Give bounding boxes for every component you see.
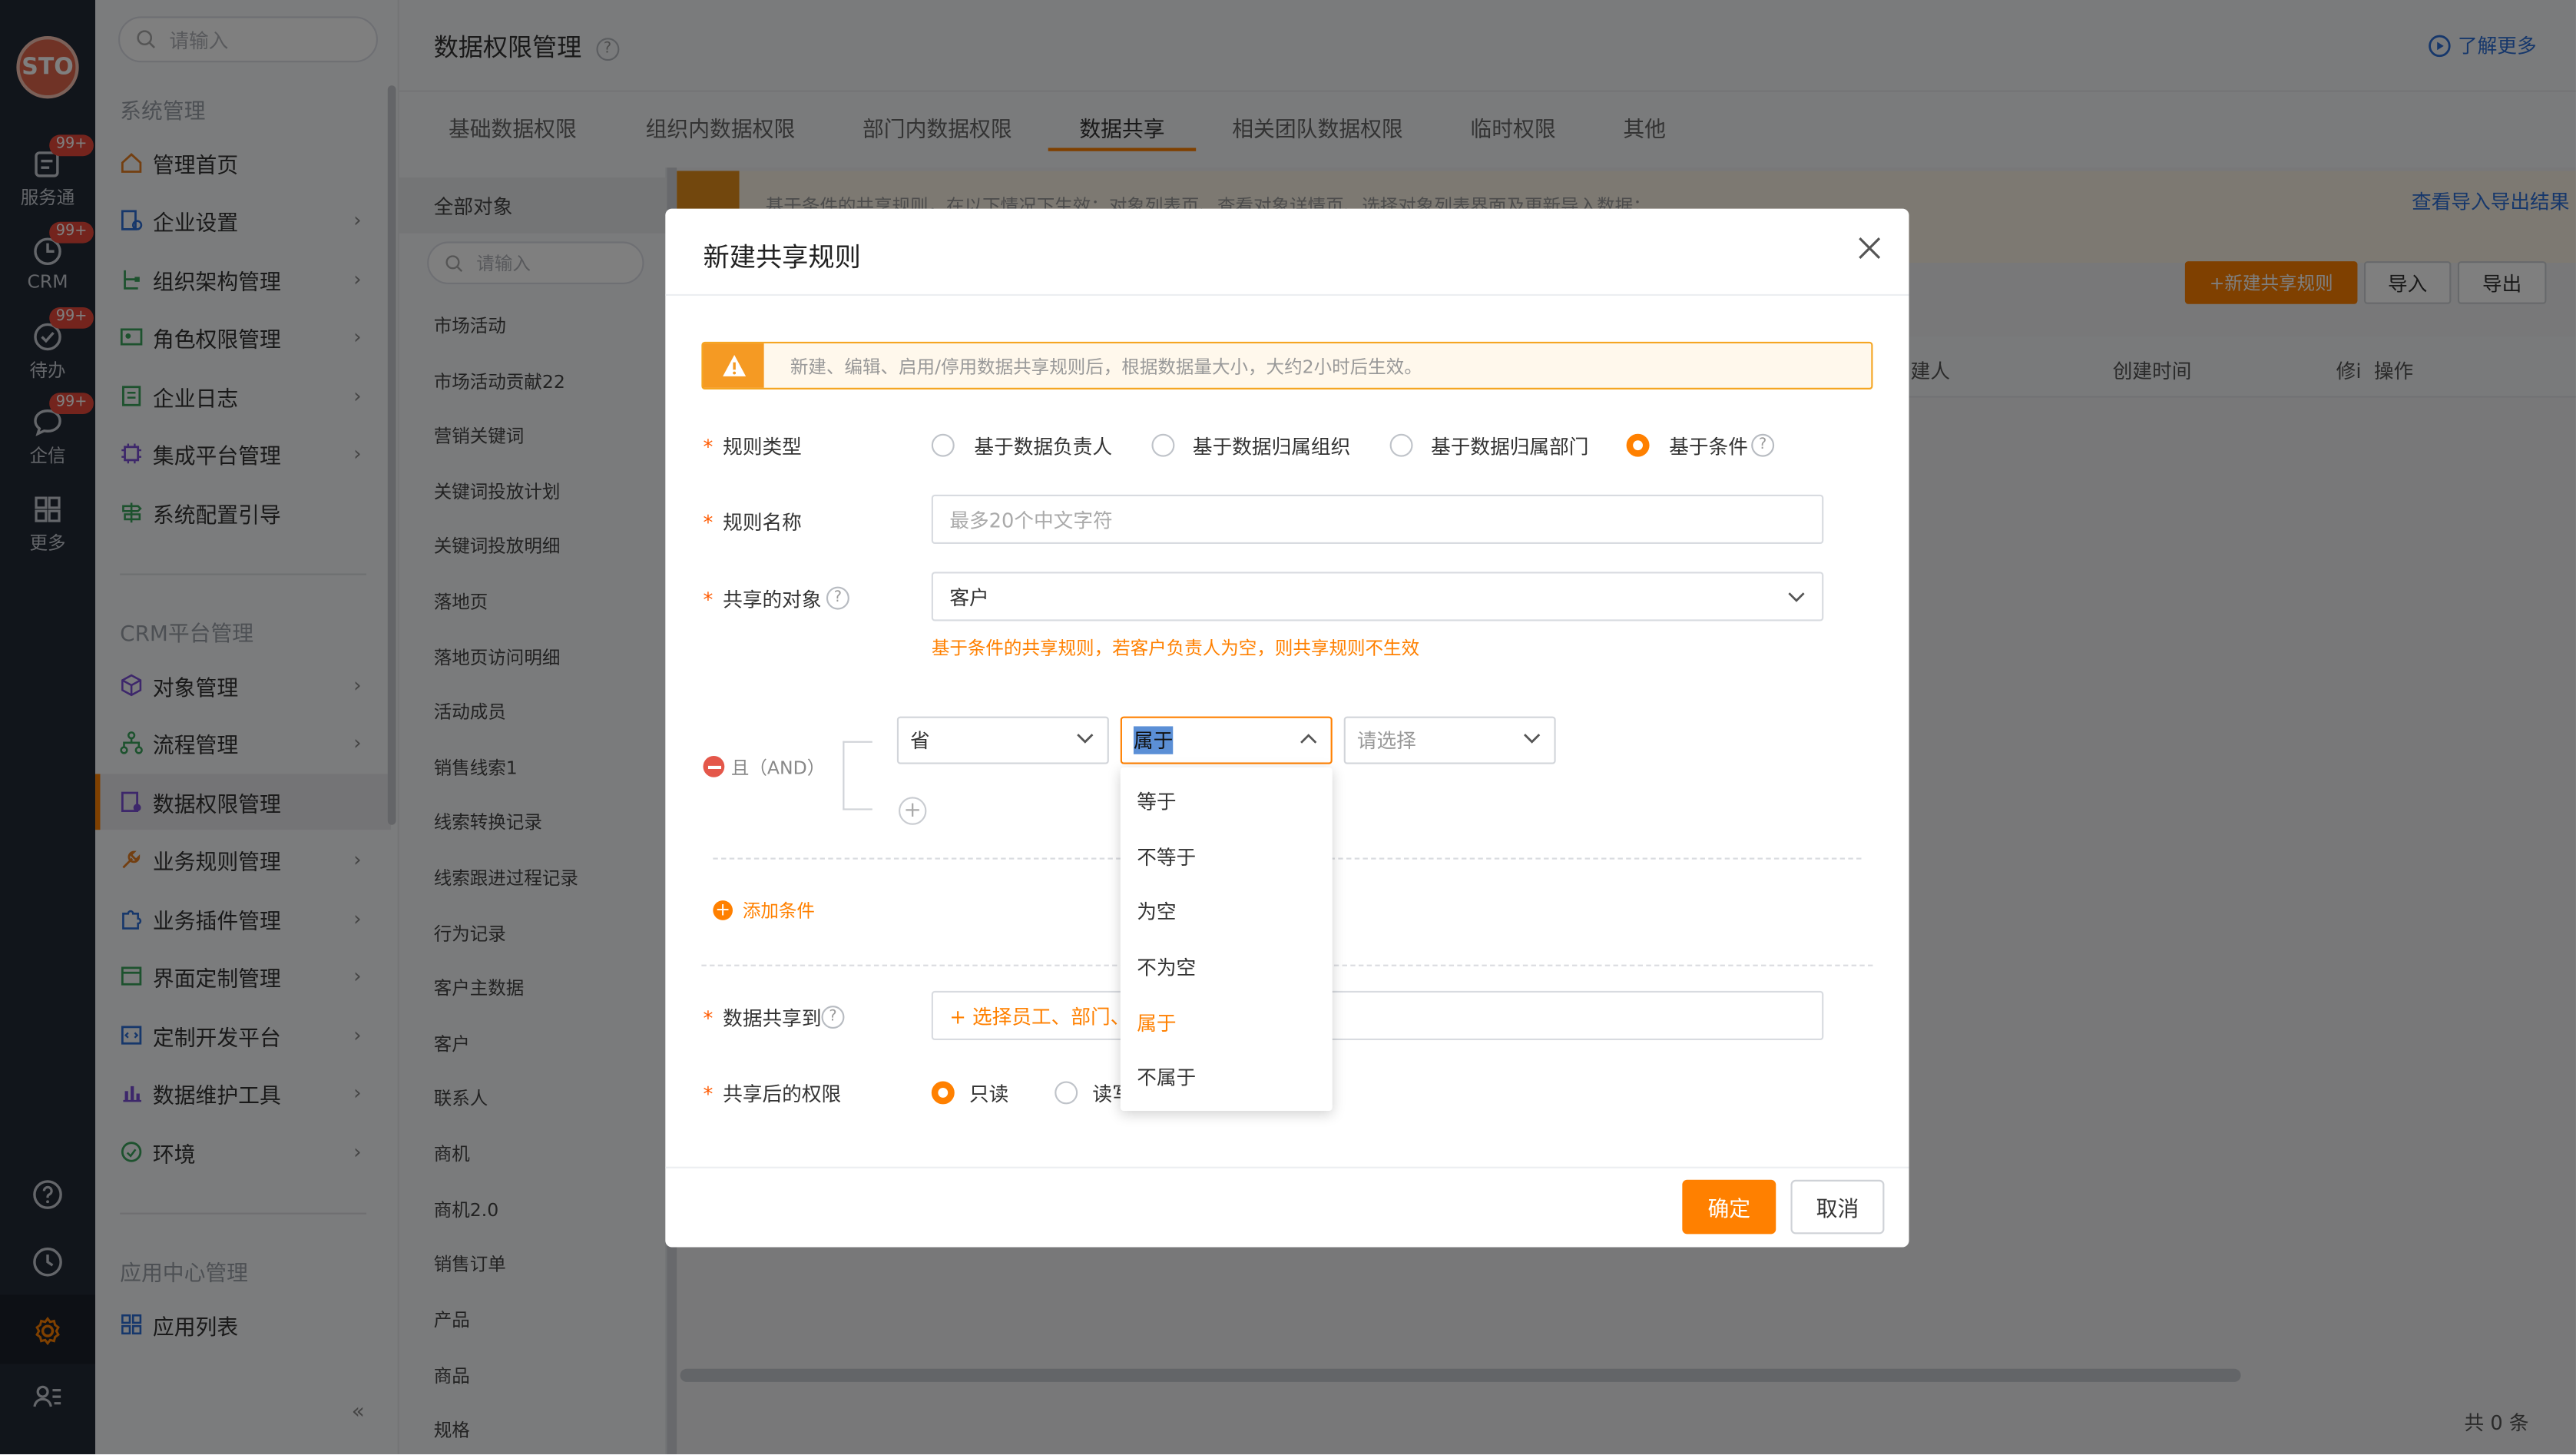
- dropdown-option[interactable]: 不属于: [1137, 1063, 1196, 1091]
- rule-name-label: * 规则名称: [703, 511, 802, 535]
- dialog-header-divider: [665, 293, 1909, 297]
- dialog-close-button[interactable]: [1855, 234, 1885, 263]
- rule-name-input[interactable]: 最多20个中文字符: [931, 494, 1824, 545]
- warning-icon: [703, 343, 764, 388]
- share-to-label: * 数据共享到: [703, 1007, 822, 1031]
- radio-read-write[interactable]: [1055, 1081, 1078, 1105]
- warning-text: 新建、编辑、启用/停用数据共享规则后，根据数据量大小，大约2小时后生效。: [790, 356, 1422, 378]
- condition-bracket: [843, 741, 872, 810]
- selected-value: 属于: [1133, 726, 1174, 754]
- selected-value: 省: [910, 729, 930, 753]
- radio-rule-dept[interactable]: [1389, 433, 1413, 457]
- selected-value: 客户: [949, 585, 989, 609]
- rule-type-help-icon[interactable]: ?: [1751, 433, 1775, 457]
- dropdown-option[interactable]: 为空: [1137, 897, 1176, 925]
- chevron-up-icon: [1300, 734, 1317, 744]
- rule-type-label: * 规则类型: [703, 435, 802, 459]
- shared-object-hint: 基于条件的共享规则，若客户负责人为空，则共享规则不生效: [931, 637, 1420, 659]
- radio-rule-org[interactable]: [1151, 433, 1175, 457]
- permission-label: * 共享后的权限: [703, 1082, 842, 1106]
- add-condition-button[interactable]: + 添加条件: [713, 897, 815, 923]
- radio-label: 基于数据负责人: [974, 435, 1113, 459]
- add-sub-condition-button[interactable]: +: [899, 797, 927, 825]
- plus-icon: +: [713, 900, 733, 920]
- shared-object-label: * 共享的对象: [703, 588, 822, 611]
- shared-object-select[interactable]: 客户: [931, 572, 1824, 621]
- dialog-footer-divider: [665, 1166, 1909, 1168]
- operator-dropdown: [1120, 767, 1333, 1111]
- dropdown-option[interactable]: 等于: [1137, 787, 1176, 815]
- condition-field-select[interactable]: 省: [896, 716, 1109, 764]
- radio-label: 基于数据归属部门: [1431, 435, 1589, 459]
- share-to-selector[interactable]: + 选择员工、部门、用: [931, 990, 1824, 1040]
- chevron-down-icon: [1788, 592, 1805, 602]
- condition-operator-select[interactable]: 属于: [1120, 716, 1333, 764]
- chevron-down-icon: [1077, 734, 1094, 744]
- radio-label: 基于数据归属组织: [1192, 435, 1351, 459]
- cancel-button[interactable]: 取消: [1790, 1179, 1885, 1235]
- confirm-button[interactable]: 确定: [1682, 1179, 1776, 1235]
- close-icon: [1859, 237, 1881, 259]
- radio-label: 基于条件: [1669, 435, 1748, 459]
- radio-label: 只读: [969, 1082, 1009, 1106]
- dropdown-option[interactable]: 不为空: [1137, 953, 1196, 981]
- value-placeholder: 请选择: [1356, 729, 1416, 753]
- minus-icon: [707, 764, 720, 768]
- remove-group-button[interactable]: [703, 755, 725, 777]
- dropdown-option[interactable]: 不等于: [1137, 843, 1196, 870]
- chevron-down-icon: [1524, 734, 1541, 744]
- radio-rule-condition[interactable]: [1626, 433, 1650, 457]
- dialog-title: 新建共享规则: [703, 241, 861, 273]
- dropdown-option-selected[interactable]: 属于: [1137, 1009, 1176, 1036]
- condition-value-select[interactable]: 请选择: [1343, 716, 1556, 764]
- radio-read-only[interactable]: [931, 1081, 955, 1105]
- shared-object-help-icon[interactable]: ?: [826, 586, 849, 610]
- share-to-help-icon[interactable]: ?: [821, 1006, 845, 1029]
- radio-rule-owner[interactable]: [931, 433, 955, 457]
- logic-operator-label: 且（AND）: [730, 757, 826, 779]
